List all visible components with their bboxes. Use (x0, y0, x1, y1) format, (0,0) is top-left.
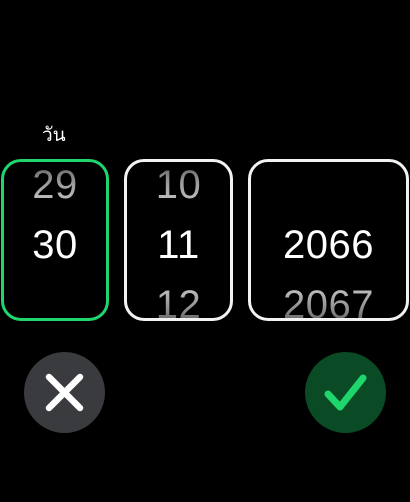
confirm-button[interactable] (305, 352, 386, 433)
month-selected-value[interactable]: 11 (127, 222, 230, 268)
year-next-value[interactable]: 2067 (251, 282, 406, 318)
year-selected-value[interactable]: 2066 (251, 222, 406, 268)
cancel-button[interactable] (24, 352, 105, 433)
day-selected-value[interactable]: 30 (4, 222, 106, 268)
year-picker-wheel[interactable]: 2066 2067 (248, 159, 409, 321)
month-prev-value[interactable]: 10 (127, 162, 230, 208)
close-icon (45, 373, 84, 412)
day-prev-value[interactable]: 29 (4, 162, 106, 208)
month-next-value[interactable]: 12 (127, 282, 230, 318)
checkmark-icon (324, 374, 367, 411)
day-picker-wheel[interactable]: 29 30 (1, 159, 109, 321)
day-field-label: วัน (42, 124, 66, 146)
month-picker-wheel[interactable]: 10 11 12 (124, 159, 233, 321)
